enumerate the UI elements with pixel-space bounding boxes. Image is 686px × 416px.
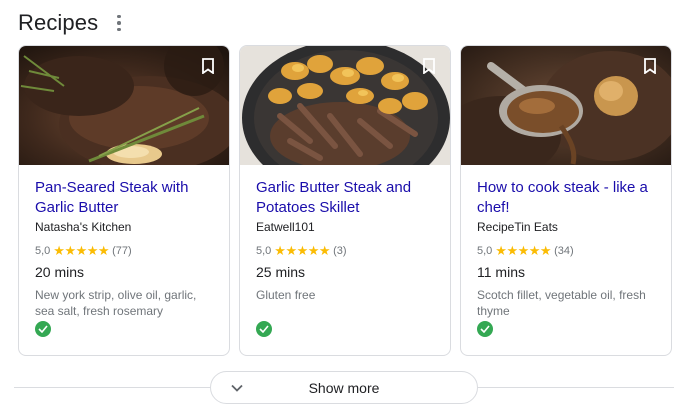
recipe-image (240, 46, 450, 165)
ingredients: New york strip, olive oil, garlic, sea s… (35, 288, 197, 318)
recipe-title[interactable]: Garlic Butter Steak and Potatoes Skillet (256, 178, 434, 218)
cook-time: 25 mins (256, 264, 306, 280)
check-icon (256, 321, 272, 337)
recipe-title[interactable]: How to cook steak - like a chef! (477, 178, 655, 218)
review-count: (34) (554, 245, 574, 257)
check-icon (35, 321, 51, 337)
recipe-card[interactable]: How to cook steak - like a chef! RecipeT… (460, 45, 672, 356)
recipe-title[interactable]: Pan-Seared Steak with Garlic Butter (35, 178, 213, 218)
recipe-source: Eatwell101 (256, 220, 315, 234)
rating-row: 5,0 ★★★★★ (3) (256, 243, 434, 259)
chevron-down-icon (231, 384, 243, 392)
rating-value: 5,0 (256, 245, 272, 257)
rating-row: 5,0 ★★★★★ (34) (477, 243, 655, 259)
show-more-label: Show more (308, 379, 380, 396)
divider (14, 387, 210, 388)
divider (478, 387, 674, 388)
rating-value: 5,0 (477, 245, 493, 257)
bookmark-icon[interactable] (198, 55, 218, 77)
cook-time: 11 mins (477, 264, 525, 280)
recipe-image (19, 46, 229, 165)
recipes-header: Recipes (18, 10, 128, 36)
recipe-image (461, 46, 671, 165)
recipe-source: RecipeTin Eats (477, 220, 558, 234)
star-icons: ★★★★★ (53, 243, 110, 258)
review-count: (3) (333, 245, 347, 257)
recipe-card[interactable]: Garlic Butter Steak and Potatoes Skillet… (239, 45, 451, 356)
review-count: (77) (112, 245, 132, 257)
rating-row: 5,0 ★★★★★ (77) (35, 243, 213, 259)
recipe-cards: Pan-Seared Steak with Garlic Butter Nata… (18, 45, 672, 356)
star-icons: ★★★★★ (274, 243, 331, 258)
cook-time: 20 mins (35, 264, 85, 280)
ingredients: Scotch fillet, vegetable oil, fresh thym… (477, 288, 646, 318)
bookmark-icon[interactable] (640, 55, 660, 77)
check-icon (477, 321, 493, 337)
rating-value: 5,0 (35, 245, 51, 257)
bookmark-icon[interactable] (419, 55, 439, 77)
star-icons: ★★★★★ (495, 243, 552, 258)
more-options-icon[interactable] (110, 13, 128, 33)
show-more-button[interactable]: Show more (210, 371, 478, 404)
ingredients: Gluten free (256, 288, 316, 302)
section-title: Recipes (18, 10, 99, 35)
recipe-card[interactable]: Pan-Seared Steak with Garlic Butter Nata… (18, 45, 230, 356)
recipe-source: Natasha's Kitchen (35, 220, 132, 234)
